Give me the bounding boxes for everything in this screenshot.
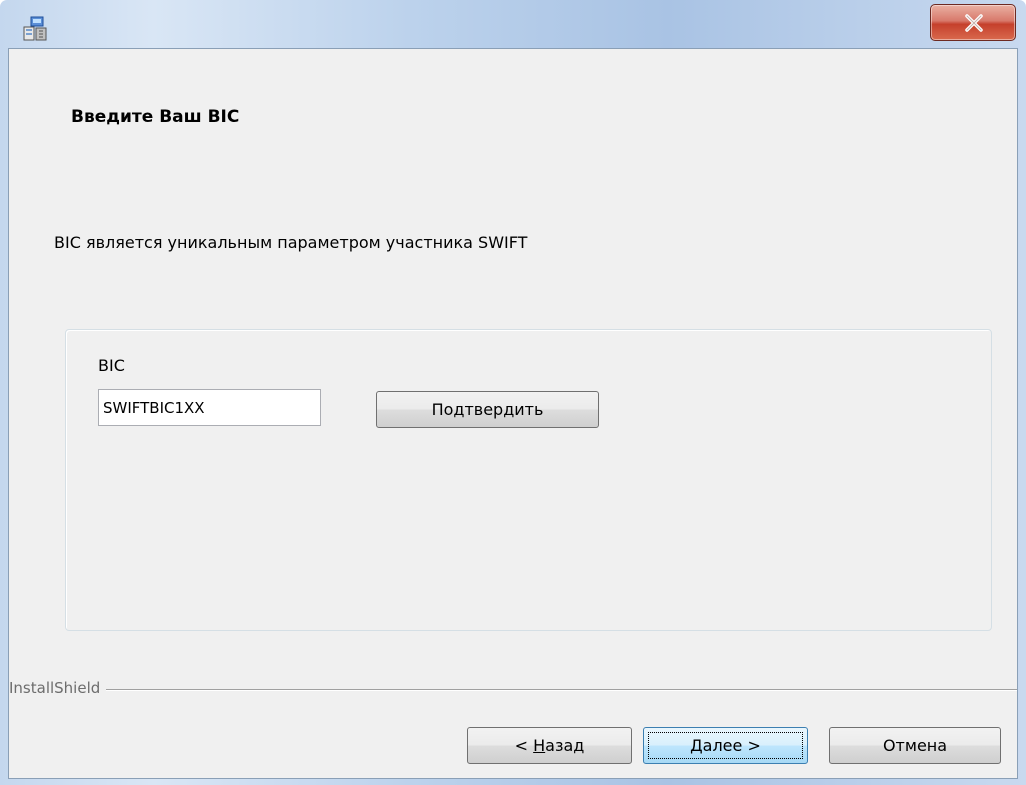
- dialog-body: Введите Ваш BIC BIC является уникальным …: [8, 48, 1018, 779]
- installer-window: Введите Ваш BIC BIC является уникальным …: [0, 0, 1026, 785]
- dialog-heading: Введите Ваш BIC: [71, 107, 240, 127]
- bic-input[interactable]: [98, 389, 321, 426]
- installshield-label: InstallShield: [9, 679, 107, 697]
- bic-label: BIC: [98, 356, 125, 375]
- bic-group-box: [65, 329, 992, 631]
- next-button[interactable]: Далее >: [643, 727, 808, 764]
- close-icon: [965, 14, 983, 32]
- confirm-button[interactable]: Подтвердить: [376, 391, 599, 428]
- brand-separator: InstallShield: [9, 679, 1017, 699]
- separator-line: [9, 689, 1017, 691]
- focus-ring: [648, 732, 803, 759]
- back-mnemonic: Н: [533, 736, 546, 755]
- title-bar[interactable]: [0, 0, 1026, 48]
- back-prefix: <: [514, 736, 534, 755]
- cancel-button[interactable]: Отмена: [829, 727, 1001, 764]
- back-label-rest: азад: [545, 736, 585, 755]
- dialog-description: BIC является уникальным параметром участ…: [54, 233, 528, 252]
- close-button[interactable]: [930, 4, 1016, 41]
- installer-icon[interactable]: [22, 16, 48, 42]
- back-button[interactable]: < Назад: [467, 727, 632, 764]
